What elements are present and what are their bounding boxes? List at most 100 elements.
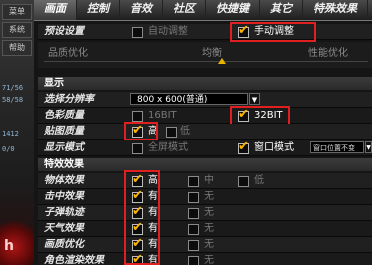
effect-option-checkbox[interactable] xyxy=(188,256,199,265)
effect-option-checkbox[interactable]: ✔ xyxy=(132,236,143,251)
effect-option-checkbox[interactable]: ✔ xyxy=(132,204,143,219)
effect-option-label: 有 xyxy=(148,207,158,218)
effect-row: 天气效果 ✔ 有 无 xyxy=(38,221,372,237)
hud-system-button[interactable]: 系统 xyxy=(2,22,32,38)
check-icon: ✔ xyxy=(132,236,143,251)
check-icon: ✔ xyxy=(132,204,143,219)
tab-hotkeys[interactable]: 快捷键 xyxy=(206,0,260,20)
effect-option-label: 无 xyxy=(204,239,214,250)
texture-row: 贴图质量 ✔ 高 低 xyxy=(38,124,372,140)
effect-option-label: 高 xyxy=(148,175,158,186)
effect-option-checkbox[interactable]: ✔ xyxy=(132,188,143,203)
check-icon: ✔ xyxy=(238,23,249,38)
window-mode-row: 显示模式 全屏模式 ✔ 窗口模式 窗口位置不变 ▼ xyxy=(38,140,372,156)
tab-community[interactable]: 社区 xyxy=(163,0,206,20)
effect-label: 物体效果 xyxy=(44,175,84,186)
check-icon: ✔ xyxy=(238,107,249,122)
chevron-down-icon[interactable]: ▼ xyxy=(365,141,372,153)
chevron-down-icon[interactable]: ▼ xyxy=(249,93,260,105)
check-icon: ✔ xyxy=(132,188,143,203)
effect-option-label: 无 xyxy=(204,191,214,202)
effect-option-checkbox[interactable] xyxy=(188,176,199,187)
effect-label: 画质优化 xyxy=(44,239,84,250)
settings-tabs: 画面 控制 音效 社区 快捷键 其它 特殊效果 xyxy=(34,0,372,21)
effect-option-label: 有 xyxy=(148,223,158,234)
effect-row: 物体效果 ✔ 高 中 低 xyxy=(38,173,372,189)
graphics-settings-panel: 预设设置 自动调整 ✔ 手动调整 品质优化 均衡 性能优化 显示 选择分辨率 8… xyxy=(34,21,372,265)
manual-adjust-checkbox[interactable]: ✔ xyxy=(238,23,249,38)
check-icon: ✔ xyxy=(238,139,249,154)
quality-slider[interactable]: 品质优化 均衡 性能优化 xyxy=(38,42,372,68)
color-32bit-label: 32BIT xyxy=(254,110,283,121)
effect-label: 角色渲染效果 xyxy=(44,255,104,265)
slider-performance-label: 性能优化 xyxy=(308,48,348,59)
resolution-row: 选择分辨率 800 x 600(普通) ▼ xyxy=(38,92,372,108)
tab-other[interactable]: 其它 xyxy=(260,0,303,20)
effect-option-label: 低 xyxy=(254,175,264,186)
color-16bit-checkbox[interactable] xyxy=(132,111,143,122)
color-16bit-label: 16BIT xyxy=(148,110,177,121)
game-hud-strip: 菜单 系统 帮助 71/56 58/58 1412 0/0 h xyxy=(0,0,34,265)
windowed-checkbox[interactable]: ✔ xyxy=(238,139,249,154)
resolution-label: 选择分辨率 xyxy=(44,94,94,105)
effect-option-checkbox[interactable] xyxy=(188,240,199,251)
display-section-header: 显示 xyxy=(38,77,372,90)
hud-stat: 71/56 xyxy=(2,84,24,92)
effect-option-label: 有 xyxy=(148,191,158,202)
tab-graphics[interactable]: 画面 xyxy=(34,0,77,20)
tab-control[interactable]: 控制 xyxy=(77,0,120,20)
effect-option-checkbox[interactable] xyxy=(188,192,199,203)
check-icon: ✔ xyxy=(132,123,143,138)
effect-option-label: 有 xyxy=(148,239,158,250)
hud-stat: 1412 xyxy=(2,130,19,138)
effect-option-label: 无 xyxy=(204,255,214,265)
manual-adjust-label: 手动调整 xyxy=(254,26,294,37)
check-icon: ✔ xyxy=(132,252,143,265)
effect-label: 击中效果 xyxy=(44,191,84,202)
texture-low-label: 低 xyxy=(180,126,190,137)
effect-option-label: 有 xyxy=(148,255,158,265)
effect-option-checkbox[interactable] xyxy=(188,224,199,235)
color-depth-row: 色彩质量 16BIT ✔ 32BIT xyxy=(38,108,372,124)
slider-thumb[interactable] xyxy=(218,58,227,64)
auto-adjust-label: 自动调整 xyxy=(148,26,188,37)
hud-bottom-char: h xyxy=(4,238,14,254)
window-position-select[interactable]: 窗口位置不变 xyxy=(310,141,364,153)
slider-track xyxy=(44,61,368,62)
preset-row: 预设设置 自动调整 ✔ 手动调整 xyxy=(38,24,372,40)
effect-option-label: 无 xyxy=(204,223,214,234)
display-header-text: 显示 xyxy=(44,78,64,89)
windowed-label: 窗口模式 xyxy=(254,142,294,153)
color-32bit-checkbox[interactable]: ✔ xyxy=(238,107,249,122)
effect-option-checkbox[interactable] xyxy=(238,176,249,187)
texture-label: 贴图质量 xyxy=(44,126,84,137)
hud-help-button[interactable]: 帮助 xyxy=(2,40,32,56)
effect-option-checkbox[interactable]: ✔ xyxy=(132,252,143,265)
effect-option-checkbox[interactable]: ✔ xyxy=(132,173,143,187)
resolution-select[interactable]: 800 x 600(普通) xyxy=(130,93,248,105)
effect-row: 角色渲染效果 ✔ 有 无 xyxy=(38,253,372,265)
effect-label: 子弹轨迹 xyxy=(44,207,84,218)
effects-header-text: 特效效果 xyxy=(44,159,84,170)
effect-option-label: 无 xyxy=(204,207,214,218)
tab-special-effects[interactable]: 特殊效果 xyxy=(303,0,368,20)
texture-high-checkbox[interactable]: ✔ xyxy=(132,123,143,138)
effect-option-checkbox[interactable]: ✔ xyxy=(132,220,143,235)
auto-adjust-checkbox[interactable] xyxy=(132,27,143,38)
slider-quality-label: 品质优化 xyxy=(48,48,88,59)
hud-menu-button[interactable]: 菜单 xyxy=(2,4,32,20)
slider-balanced-label: 均衡 xyxy=(202,48,222,59)
check-icon: ✔ xyxy=(132,220,143,235)
effects-section-header: 特效效果 xyxy=(38,158,372,171)
texture-high-label: 高 xyxy=(148,126,158,137)
effect-row: 击中效果 ✔ 有 无 xyxy=(38,189,372,205)
fullscreen-checkbox[interactable] xyxy=(132,143,143,154)
effect-label: 天气效果 xyxy=(44,223,84,234)
effect-option-checkbox[interactable] xyxy=(188,208,199,219)
fullscreen-label: 全屏模式 xyxy=(148,142,188,153)
effect-row: 画质优化 ✔ 有 无 xyxy=(38,237,372,253)
color-depth-label: 色彩质量 xyxy=(44,110,84,121)
tab-sound[interactable]: 音效 xyxy=(120,0,163,20)
effect-row: 子弹轨迹 ✔ 有 无 xyxy=(38,205,372,221)
texture-low-checkbox[interactable] xyxy=(166,127,177,138)
